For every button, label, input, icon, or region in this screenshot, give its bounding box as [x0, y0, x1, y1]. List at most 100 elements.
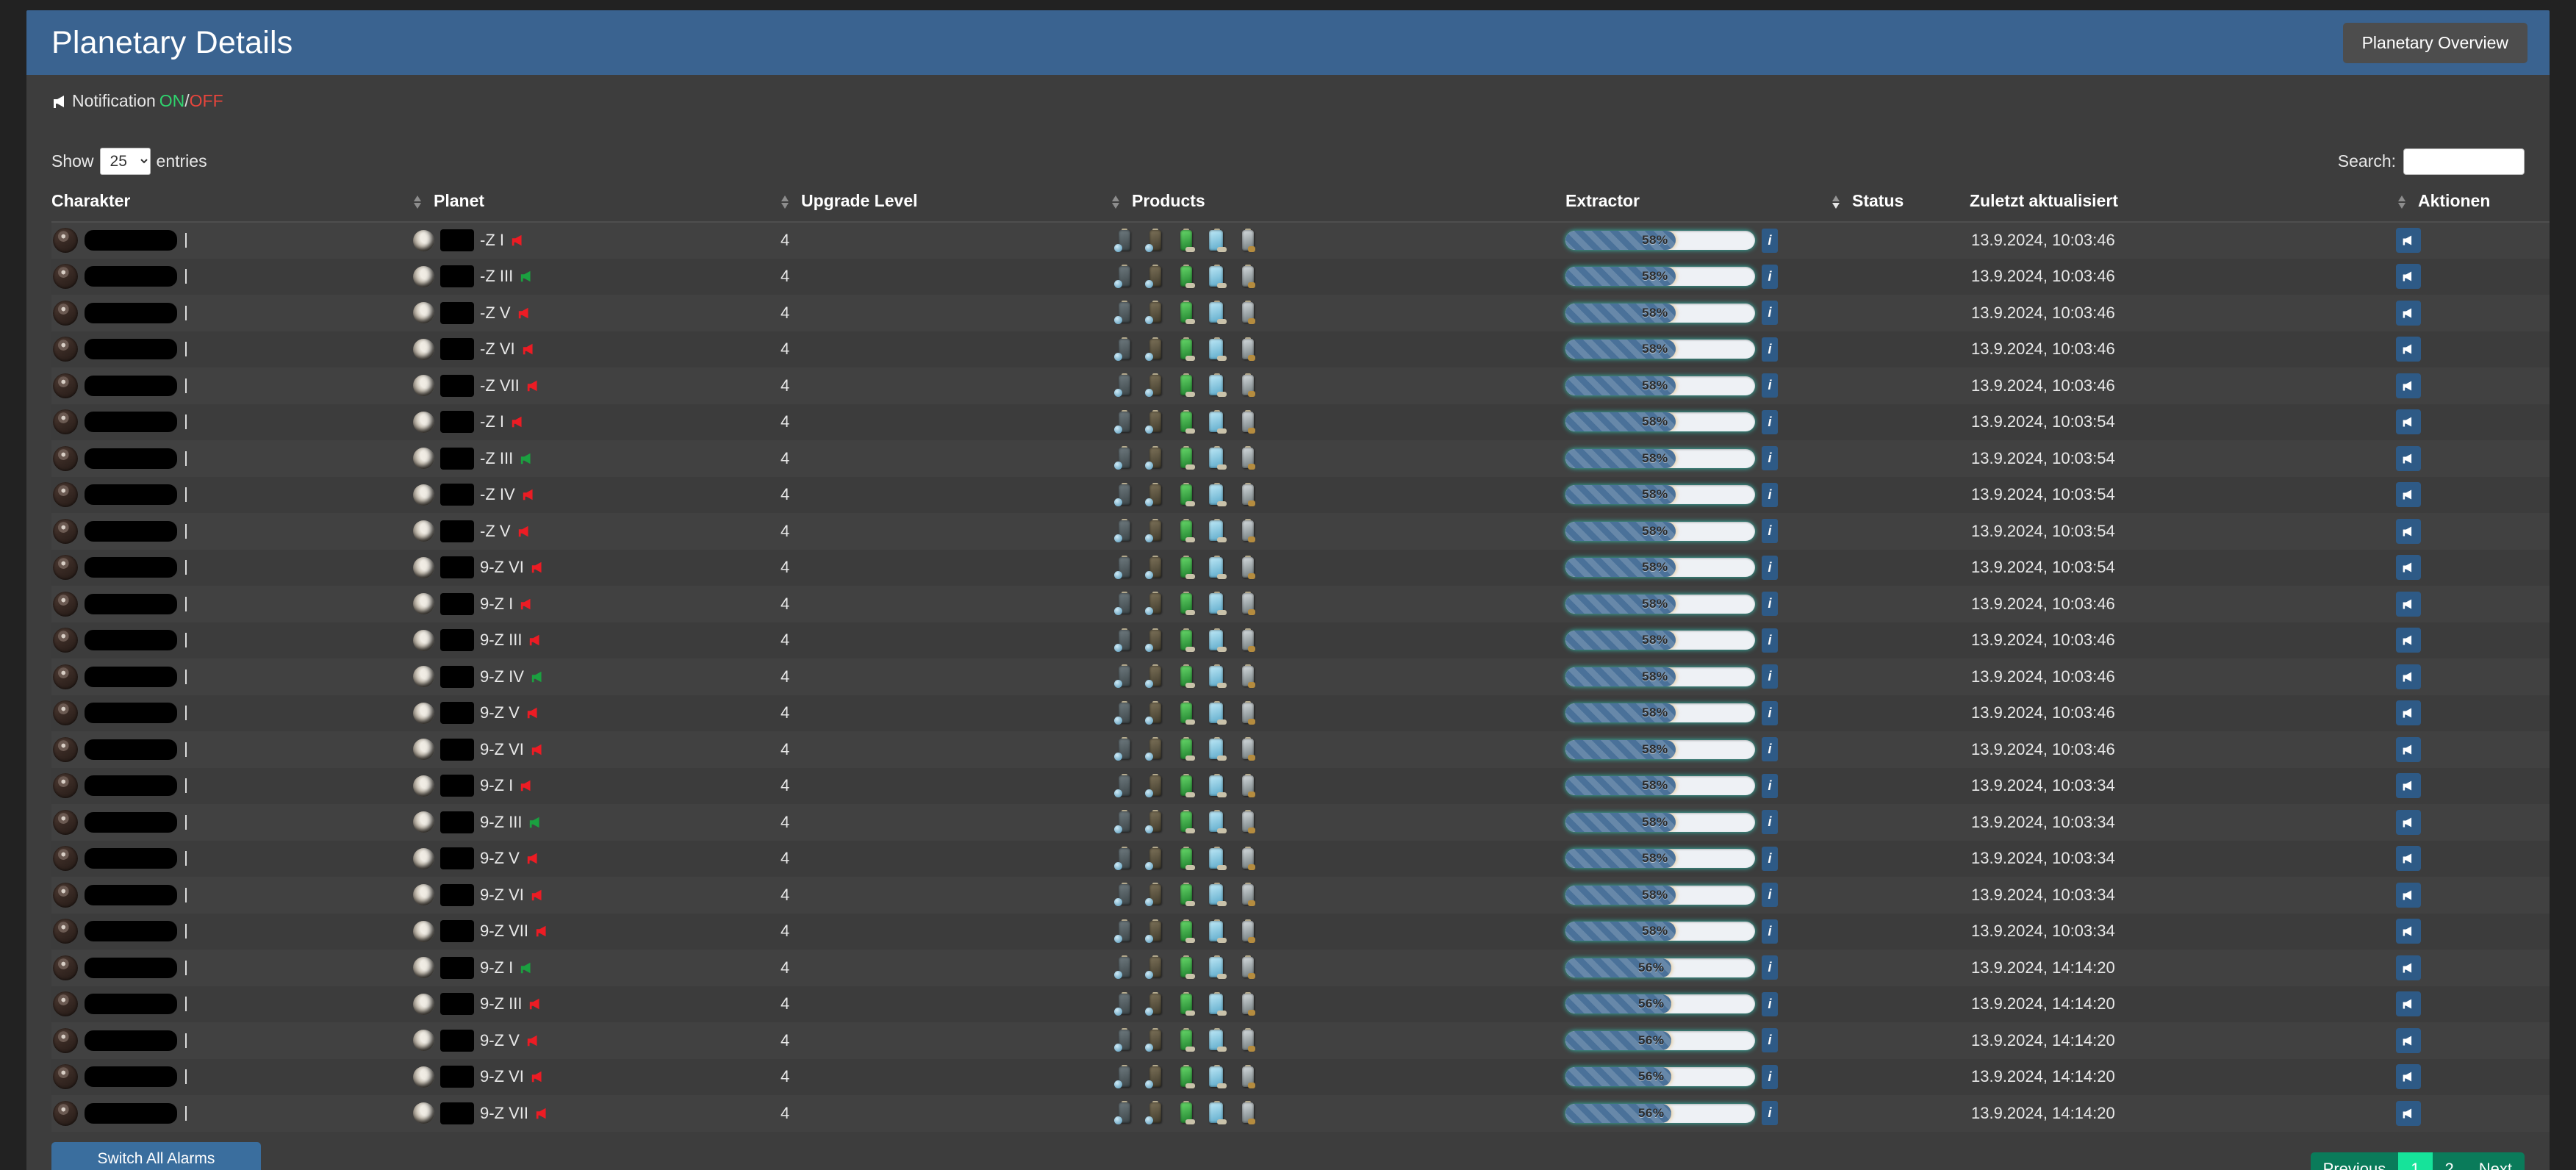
col-header-products[interactable]: Products: [1110, 184, 1565, 223]
product-icon-3[interactable]: [1176, 737, 1196, 761]
product-icon-4[interactable]: [1207, 991, 1227, 1016]
product-icon-1[interactable]: [1114, 846, 1134, 871]
product-icon-1[interactable]: [1114, 409, 1134, 434]
extractor-info-button[interactable]: i: [1762, 700, 1778, 725]
alarm-off-megaphone-icon[interactable]: [525, 706, 542, 720]
product-icon-1[interactable]: [1114, 373, 1134, 398]
product-icon-4[interactable]: [1207, 1028, 1227, 1052]
product-icon-1[interactable]: [1114, 883, 1134, 907]
row-alarm-toggle-button[interactable]: [2396, 955, 2421, 980]
extractor-info-button[interactable]: i: [1762, 373, 1778, 398]
product-icon-4[interactable]: [1207, 919, 1227, 944]
product-icon-3[interactable]: [1176, 991, 1196, 1016]
product-icon-5[interactable]: [1238, 337, 1257, 362]
product-icon-3[interactable]: [1176, 446, 1196, 470]
row-alarm-toggle-button[interactable]: [2396, 700, 2421, 726]
product-icon-2[interactable]: [1145, 919, 1165, 944]
alarm-on-megaphone-icon[interactable]: [519, 269, 535, 284]
product-icon-2[interactable]: [1145, 519, 1165, 543]
product-icon-5[interactable]: [1238, 773, 1257, 798]
row-alarm-toggle-button[interactable]: [2396, 664, 2421, 689]
pagination-previous[interactable]: Previous: [2310, 1152, 2399, 1170]
product-icon-2[interactable]: [1145, 846, 1165, 871]
product-icon-2[interactable]: [1145, 592, 1165, 616]
planetary-overview-button[interactable]: Planetary Overview: [2342, 22, 2527, 63]
page-length-select[interactable]: 25: [99, 148, 151, 175]
row-alarm-toggle-button[interactable]: [2396, 846, 2421, 872]
product-icon-2[interactable]: [1145, 264, 1165, 289]
product-icon-5[interactable]: [1238, 409, 1257, 434]
alarm-off-megaphone-icon[interactable]: [510, 414, 526, 429]
extractor-info-button[interactable]: i: [1762, 810, 1778, 835]
extractor-info-button[interactable]: i: [1762, 264, 1778, 289]
product-icon-2[interactable]: [1145, 883, 1165, 907]
product-icon-3[interactable]: [1176, 883, 1196, 907]
sort-icon[interactable]: [2396, 193, 2408, 211]
product-icon-1[interactable]: [1114, 1028, 1134, 1052]
product-icon-5[interactable]: [1238, 810, 1257, 834]
alarm-on-megaphone-icon[interactable]: [530, 670, 546, 684]
product-icon-4[interactable]: [1207, 628, 1227, 653]
product-icon-4[interactable]: [1207, 846, 1227, 871]
row-alarm-toggle-button[interactable]: [2396, 1027, 2421, 1053]
col-header-zuletzt-aktualisiert[interactable]: Zuletzt aktualisiert: [1970, 184, 2396, 223]
product-icon-5[interactable]: [1238, 555, 1257, 580]
product-icon-4[interactable]: [1207, 592, 1227, 616]
extractor-info-button[interactable]: i: [1762, 555, 1778, 580]
row-alarm-toggle-button[interactable]: [2396, 264, 2421, 290]
extractor-info-button[interactable]: i: [1762, 337, 1778, 362]
row-alarm-toggle-button[interactable]: [2396, 809, 2421, 835]
product-icon-5[interactable]: [1238, 264, 1257, 289]
product-icon-1[interactable]: [1114, 773, 1134, 798]
product-icon-1[interactable]: [1114, 700, 1134, 725]
row-alarm-toggle-button[interactable]: [2396, 628, 2421, 653]
pagination-next[interactable]: Next: [2466, 1152, 2525, 1170]
row-alarm-toggle-button[interactable]: [2396, 882, 2421, 908]
pagination-page-2[interactable]: 2: [2432, 1152, 2466, 1170]
product-icon-2[interactable]: [1145, 737, 1165, 761]
product-icon-5[interactable]: [1238, 955, 1257, 980]
extractor-info-button[interactable]: i: [1762, 482, 1778, 507]
alarm-off-megaphone-icon[interactable]: [525, 851, 542, 866]
row-alarm-toggle-button[interactable]: [2396, 991, 2421, 1017]
extractor-info-button[interactable]: i: [1762, 883, 1778, 908]
product-icon-1[interactable]: [1114, 1101, 1134, 1125]
product-icon-4[interactable]: [1207, 373, 1227, 398]
product-icon-5[interactable]: [1238, 446, 1257, 470]
extractor-info-button[interactable]: i: [1762, 1028, 1778, 1053]
alarm-off-megaphone-icon[interactable]: [528, 997, 544, 1011]
row-alarm-toggle-button[interactable]: [2396, 1064, 2421, 1090]
sort-icon[interactable]: [779, 193, 791, 211]
product-icon-3[interactable]: [1176, 700, 1196, 725]
product-icon-2[interactable]: [1145, 810, 1165, 834]
alarm-off-megaphone-icon[interactable]: [530, 1069, 546, 1084]
col-header-planet[interactable]: Planet: [412, 184, 779, 223]
product-icon-1[interactable]: [1114, 337, 1134, 362]
product-icon-1[interactable]: [1114, 991, 1134, 1016]
alarm-off-megaphone-icon[interactable]: [519, 778, 535, 793]
product-icon-1[interactable]: [1114, 264, 1134, 289]
product-icon-1[interactable]: [1114, 555, 1134, 580]
product-icon-4[interactable]: [1207, 955, 1227, 980]
product-icon-5[interactable]: [1238, 592, 1257, 616]
product-icon-4[interactable]: [1207, 773, 1227, 798]
product-icon-4[interactable]: [1207, 1064, 1227, 1089]
row-alarm-toggle-button[interactable]: [2396, 919, 2421, 944]
product-icon-3[interactable]: [1176, 373, 1196, 398]
product-icon-1[interactable]: [1114, 301, 1134, 325]
product-icon-3[interactable]: [1176, 301, 1196, 325]
col-header-status[interactable]: Status: [1830, 184, 1970, 223]
extractor-info-button[interactable]: i: [1762, 846, 1778, 871]
extractor-info-button[interactable]: i: [1762, 664, 1778, 689]
product-icon-1[interactable]: [1114, 737, 1134, 761]
product-icon-1[interactable]: [1114, 1064, 1134, 1089]
product-icon-3[interactable]: [1176, 337, 1196, 362]
alarm-off-megaphone-icon[interactable]: [534, 1106, 550, 1121]
product-icon-4[interactable]: [1207, 482, 1227, 507]
product-icon-1[interactable]: [1114, 592, 1134, 616]
row-alarm-toggle-button[interactable]: [2396, 300, 2421, 326]
product-icon-1[interactable]: [1114, 664, 1134, 689]
row-alarm-toggle-button[interactable]: [2396, 1100, 2421, 1126]
product-icon-2[interactable]: [1145, 991, 1165, 1016]
alarm-off-megaphone-icon[interactable]: [534, 924, 550, 938]
